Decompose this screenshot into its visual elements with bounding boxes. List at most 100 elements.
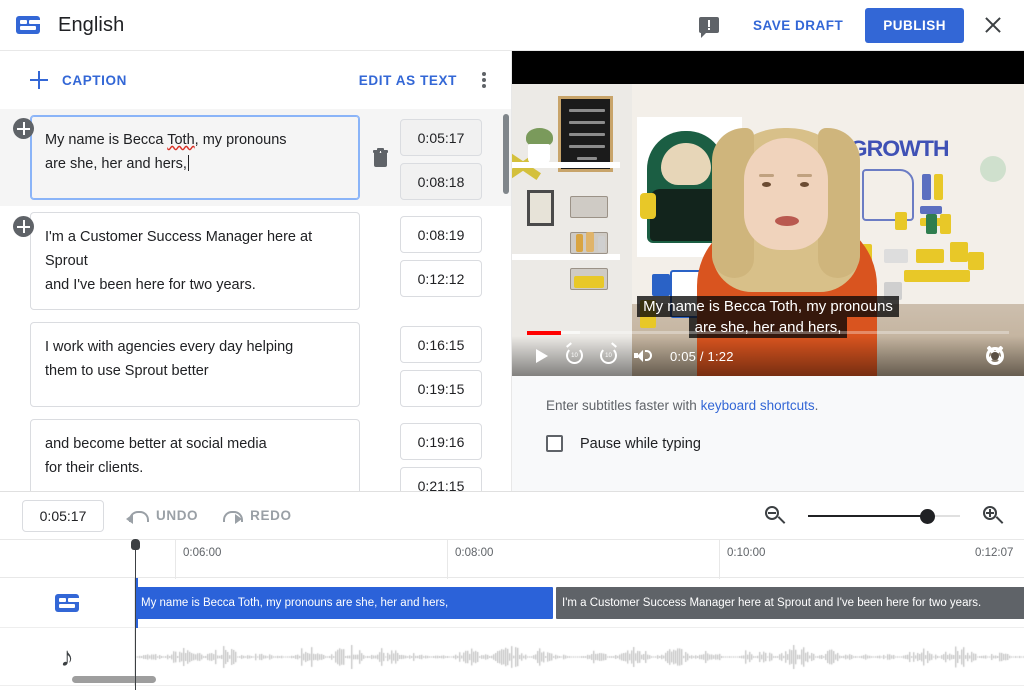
kebab-dot	[482, 84, 486, 88]
plus-icon	[30, 71, 48, 89]
caption-end-time[interactable]: 0:21:15	[400, 467, 482, 491]
video-progress-bar[interactable]	[527, 330, 1009, 335]
caption-text-input[interactable]: and become better at social media for th…	[30, 419, 360, 491]
caption-list-scrollbar[interactable]	[503, 114, 509, 194]
timeline-cue-block[interactable]: My name is Becca Toth, my pronouns are s…	[135, 587, 553, 619]
shelf	[512, 162, 620, 168]
caption-text-before: My name is Becca	[45, 132, 168, 148]
pause-while-typing-checkbox[interactable]	[546, 435, 563, 452]
caption-row-actions	[360, 115, 400, 200]
caption-toolbar: CAPTION EDIT AS TEXT	[0, 51, 511, 109]
text-caret	[187, 155, 189, 171]
caption-timestamps: 0:19:16 0:21:15	[400, 419, 482, 491]
caption-end-time[interactable]: 0:12:12	[400, 260, 482, 297]
subtitle-options: Enter subtitles faster with keyboard sho…	[512, 376, 1024, 452]
add-caption-node[interactable]	[13, 118, 34, 139]
undo-icon	[126, 507, 149, 525]
wall-sticky	[884, 249, 908, 263]
timeline-playhead[interactable]	[131, 539, 140, 690]
trash-icon[interactable]	[373, 148, 388, 167]
ruler-tick: 0:12:07	[975, 547, 1014, 559]
keyboard-shortcut-hint: Enter subtitles faster with keyboard sho…	[546, 398, 990, 413]
sign-line	[577, 157, 597, 160]
caption-timestamps: 0:05:17 0:08:18	[400, 115, 482, 200]
caption-text-input[interactable]: My name is Becca Toth, my pronouns are s…	[30, 115, 360, 200]
volume-icon[interactable]	[626, 339, 660, 373]
caption-start-time[interactable]: 0:19:16	[400, 423, 482, 460]
caption-text-input[interactable]: I'm a Customer Success Manager here at S…	[30, 212, 360, 310]
closed-caption-icon	[55, 594, 79, 612]
timeline-toolbar: 0:05:17 UNDO REDO	[0, 492, 1024, 539]
closed-caption-icon	[16, 16, 40, 34]
caption-row[interactable]: My name is Becca Toth, my pronouns are s…	[0, 109, 511, 206]
wall-sticky	[895, 212, 907, 230]
ruler-tick: 0:10:00	[719, 540, 765, 579]
zoom-slider-thumb[interactable]	[919, 508, 935, 524]
timeline-cue-block[interactable]: I'm a Customer Success Manager here at S…	[556, 587, 1024, 619]
add-caption-node[interactable]	[13, 216, 34, 237]
plant-pot	[528, 144, 550, 163]
kebab-dot	[482, 78, 486, 82]
replay-10-icon[interactable]: 10	[558, 339, 592, 373]
add-caption-label: CAPTION	[62, 72, 127, 88]
hint-suffix: .	[814, 398, 819, 413]
caption-start-time[interactable]: 0:05:17	[400, 119, 482, 156]
caption-text-input[interactable]: I work with agencies every day helping t…	[30, 322, 360, 407]
add-caption-button[interactable]: CAPTION	[30, 71, 127, 89]
undo-button[interactable]: UNDO	[126, 507, 198, 525]
zoom-out-icon[interactable]	[764, 505, 786, 527]
picture-frame	[527, 190, 554, 226]
forward-10-icon[interactable]: 10	[592, 339, 626, 373]
person-eye	[762, 182, 771, 187]
zoom-in-icon[interactable]	[982, 505, 1004, 527]
caption-start-time[interactable]: 0:08:19	[400, 216, 482, 253]
timeline-zoom-slider[interactable]	[808, 505, 960, 527]
pause-while-typing-row[interactable]: Pause while typing	[546, 435, 990, 452]
play-icon[interactable]	[524, 339, 558, 373]
video-subtitle-line: My name is Becca Toth, my pronouns	[637, 296, 899, 318]
keyboard-shortcuts-link[interactable]: keyboard shortcuts	[701, 398, 815, 413]
caption-row[interactable]: and become better at social media for th…	[0, 413, 511, 491]
subtitle-editor-app: English SAVE DRAFT PUBLISH CAPTION EDIT …	[0, 0, 1024, 690]
playhead-knob[interactable]	[131, 539, 140, 550]
gear-icon[interactable]	[986, 347, 1004, 365]
sign-line	[569, 121, 605, 124]
video-player[interactable]: GROWTH My name is Becca Toth, my pronoun…	[512, 51, 1024, 376]
caption-list[interactable]: My name is Becca Toth, my pronouns are s…	[0, 109, 511, 491]
caption-row[interactable]: I work with agencies every day helping t…	[0, 316, 511, 413]
kebab-menu-icon[interactable]	[471, 67, 497, 93]
feedback-icon[interactable]	[698, 17, 719, 38]
caption-misspelled-word: Toth	[167, 132, 195, 148]
caption-row-actions	[360, 212, 400, 310]
growth-wall-text: GROWTH	[849, 136, 950, 161]
close-icon[interactable]	[976, 8, 1010, 42]
wall-sticky	[922, 174, 931, 200]
caption-track-body[interactable]: My name is Becca Toth, my pronouns are s…	[135, 578, 1024, 628]
caption-end-time[interactable]: 0:08:18	[400, 163, 482, 200]
caption-timestamps: 0:16:15 0:19:15	[400, 322, 482, 407]
timeline-horizontal-scrollbar[interactable]	[72, 676, 156, 683]
music-note-icon: ♪	[60, 641, 74, 672]
kebab-dot	[482, 72, 486, 76]
sign-line	[569, 133, 605, 136]
save-draft-button[interactable]: SAVE DRAFT	[743, 10, 853, 41]
header-actions: SAVE DRAFT PUBLISH	[698, 7, 1024, 43]
zoom-slider-fill	[808, 514, 927, 517]
caption-timestamps: 0:08:19 0:12:12	[400, 212, 482, 310]
wall-sticky	[968, 252, 984, 270]
publish-button[interactable]: PUBLISH	[865, 7, 964, 43]
timeline-ruler[interactable]: 0:06:00 0:08:00 0:10:00 0:12:07	[0, 539, 1024, 579]
audio-waveform[interactable]	[135, 628, 1024, 686]
caption-start-time[interactable]: 0:16:15	[400, 326, 482, 363]
person-brow	[797, 174, 812, 177]
redo-button[interactable]: REDO	[220, 507, 291, 525]
edit-as-text-button[interactable]: EDIT AS TEXT	[359, 73, 457, 88]
timeline-current-time[interactable]: 0:05:17	[22, 499, 104, 532]
wall-sticky	[652, 274, 670, 296]
redo-icon	[220, 507, 244, 525]
caption-row[interactable]: I'm a Customer Success Manager here at S…	[0, 206, 511, 316]
feedback-icon-dot	[707, 28, 710, 30]
app-header: English SAVE DRAFT PUBLISH	[0, 0, 1024, 51]
box	[574, 276, 604, 288]
caption-end-time[interactable]: 0:19:15	[400, 370, 482, 407]
